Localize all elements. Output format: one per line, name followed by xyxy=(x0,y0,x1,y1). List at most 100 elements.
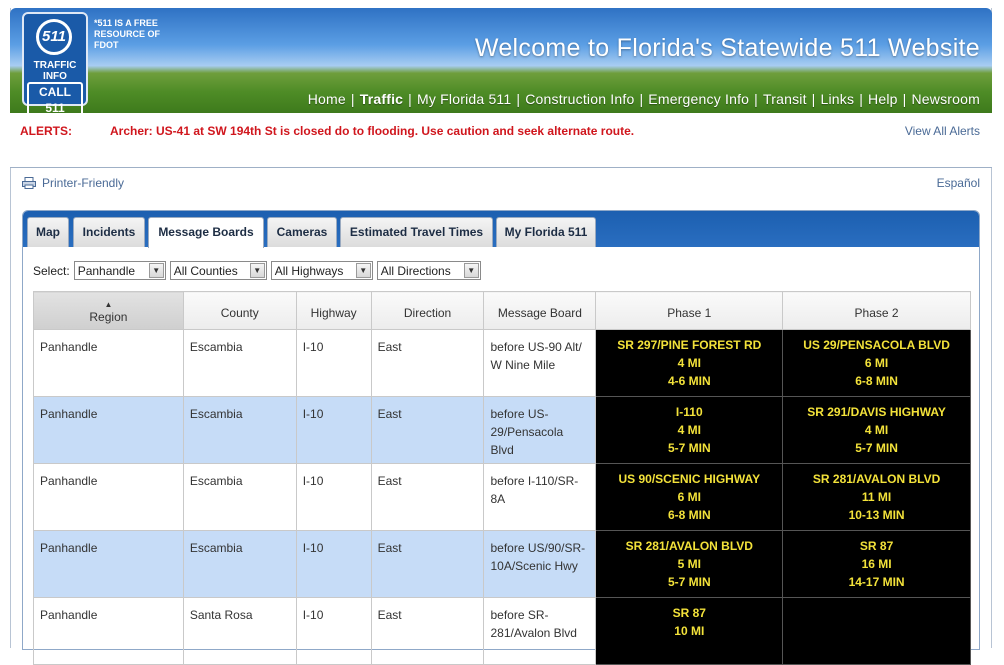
nav-links[interactable]: Links xyxy=(821,91,855,107)
phase-distance: 4 MI xyxy=(677,423,701,437)
select-label: Select: xyxy=(33,263,70,278)
highway-select-value: All Highways xyxy=(274,263,344,278)
cell-region: Panhandle xyxy=(33,530,184,598)
cell-phase-1: SR 87 10 MI xyxy=(595,597,784,665)
tab-estimated-travel-times[interactable]: Estimated Travel Times xyxy=(340,217,493,247)
nav-traffic[interactable]: Traffic xyxy=(360,91,403,107)
phase-distance: 10 MI xyxy=(674,624,705,638)
direction-select[interactable]: All Directions ▼ xyxy=(376,261,481,280)
phase-destination: SR 297/PINE FOREST RD xyxy=(617,338,762,352)
tab-my-florida-511[interactable]: My Florida 511 xyxy=(496,217,596,247)
traffic-panel: Map Incidents Message Boards Cameras Est… xyxy=(22,210,980,665)
language-espanol-link[interactable]: Español xyxy=(937,176,980,190)
region-select[interactable]: Panhandle ▼ xyxy=(73,261,166,280)
cell-direction: East xyxy=(370,396,485,464)
col-header-direction[interactable]: Direction xyxy=(370,291,485,330)
nav-home[interactable]: Home xyxy=(308,91,346,107)
cell-message-board: before US-29/Pensacola Blvd xyxy=(483,396,597,464)
printer-icon xyxy=(22,177,36,189)
cell-county: Escambia xyxy=(182,396,297,464)
nav-separator: | xyxy=(859,91,864,107)
highway-select[interactable]: All Highways ▼ xyxy=(270,261,373,280)
chevron-down-icon: ▼ xyxy=(148,263,164,278)
nav-transit[interactable]: Transit xyxy=(763,91,807,107)
site-header: 511 TRAFFIC INFO CALL 511 *511 IS A FREE… xyxy=(10,8,992,113)
nav-separator: | xyxy=(516,91,521,107)
cell-county: Santa Rosa xyxy=(182,597,297,665)
col-header-phase-1: Phase 1 xyxy=(595,291,784,330)
table-body: Panhandle Escambia I-10 East before US-90 Al… xyxy=(33,329,971,665)
nav-newsroom[interactable]: Newsroom xyxy=(911,91,980,107)
cell-phase-1: SR 281/AVALON BLVD 5 MI 5-7 MIN xyxy=(595,530,784,598)
table-row: Panhandle Escambia I-10 East before I-110/SR… xyxy=(33,463,971,531)
table-header-row: ▲ Region County Highway Direction Messag… xyxy=(33,291,971,330)
phase-distance: 6 MI xyxy=(864,356,889,370)
col-header-region[interactable]: ▲ Region xyxy=(33,291,184,330)
tab-cameras[interactable]: Cameras xyxy=(267,217,337,247)
nav-construction-info[interactable]: Construction Info xyxy=(525,91,634,107)
tab-bar: Map Incidents Message Boards Cameras Est… xyxy=(23,211,979,248)
nav-separator: | xyxy=(811,91,816,107)
county-select[interactable]: All Counties ▼ xyxy=(169,261,267,280)
phase-distance: 6 MI xyxy=(677,490,701,504)
alerts-bar: ALERTS: Archer: US-41 at SW 194th St is … xyxy=(10,113,992,168)
cell-highway: I-10 xyxy=(295,463,372,531)
cell-county: Escambia xyxy=(182,530,297,598)
nav-emergency-info[interactable]: Emergency Info xyxy=(648,91,749,107)
cell-direction: East xyxy=(370,530,485,598)
sort-ascending-icon: ▲ xyxy=(104,300,113,309)
nav-my-florida-511[interactable]: My Florida 511 xyxy=(417,91,511,107)
county-select-value: All Counties xyxy=(173,263,238,278)
cell-highway: I-10 xyxy=(295,396,372,464)
phase-distance: 16 MI xyxy=(861,557,892,571)
phase-travel-time: 5-7 MIN xyxy=(667,575,711,589)
table-row: Panhandle Santa Rosa I-10 East before SR-281… xyxy=(33,597,971,665)
cell-message-board: before SR-281/Avalon Blvd xyxy=(483,597,597,665)
tab-message-boards[interactable]: Message Boards xyxy=(148,217,264,248)
tab-map[interactable]: Map xyxy=(27,217,69,247)
cell-highway: I-10 xyxy=(295,329,372,397)
phase-destination: SR 87 xyxy=(672,606,706,620)
logo-call-511: CALL 511 xyxy=(27,82,83,113)
phase-travel-time: 5-7 MIN xyxy=(855,441,898,455)
view-all-alerts-link[interactable]: View All Alerts xyxy=(905,124,980,138)
cell-county: Escambia xyxy=(182,463,297,531)
printer-friendly-link[interactable]: Printer-Friendly xyxy=(22,176,124,190)
region-select-value: Panhandle xyxy=(77,263,136,278)
cell-highway: I-10 xyxy=(295,597,372,665)
cell-phase-2: SR 291/DAVIS HIGHWAY 4 MI 5-7 MIN xyxy=(782,396,971,464)
phase-travel-time: 10-13 MIN xyxy=(848,508,905,522)
printer-friendly-label: Printer-Friendly xyxy=(42,176,125,190)
site-title: Welcome to Florida's Statewide 511 Websi… xyxy=(474,34,980,62)
tab-incidents[interactable]: Incidents xyxy=(73,217,145,247)
cell-direction: East xyxy=(370,463,485,531)
phase-destination: US 29/PENSACOLA BLVD xyxy=(803,338,950,352)
col-header-county[interactable]: County xyxy=(182,291,297,330)
filter-row: Select: Panhandle ▼ All Counties ▼ All H… xyxy=(33,261,481,280)
nav-help[interactable]: Help xyxy=(868,91,898,107)
chevron-down-icon: ▼ xyxy=(249,263,265,278)
alert-message[interactable]: Archer: US-41 at SW 194th St is closed d… xyxy=(110,124,634,138)
col-header-phase-2: Phase 2 xyxy=(782,291,971,330)
col-header-highway[interactable]: Highway xyxy=(295,291,372,330)
phase-travel-time: 5-7 MIN xyxy=(667,441,711,455)
phase-distance: 5 MI xyxy=(677,557,701,571)
col-header-region-label: Region xyxy=(89,310,128,324)
col-header-message-board[interactable]: Message Board xyxy=(483,291,597,330)
phase-travel-time: 6-8 MIN xyxy=(667,508,711,522)
logo-511-badge: 511 xyxy=(36,19,72,55)
logo-line-traffic: TRAFFIC xyxy=(33,60,77,71)
cell-phase-1: I-110 4 MI 5-7 MIN xyxy=(595,396,784,464)
nav-separator: | xyxy=(639,91,644,107)
fl511-logo[interactable]: 511 TRAFFIC INFO CALL 511 xyxy=(22,12,88,113)
cell-region: Panhandle xyxy=(33,597,184,665)
cell-direction: East xyxy=(370,329,485,397)
logo-line-info: INFO xyxy=(43,71,67,82)
cell-region: Panhandle xyxy=(33,463,184,531)
chevron-down-icon: ▼ xyxy=(355,263,371,278)
nav-separator: | xyxy=(350,91,355,107)
table-row: Panhandle Escambia I-10 East before US/90/SR… xyxy=(33,530,971,598)
cell-phase-2 xyxy=(782,597,971,665)
phase-travel-time: 14-17 MIN xyxy=(848,575,905,589)
cell-message-board: before US-90 Alt/ W Nine Mile xyxy=(483,329,597,397)
